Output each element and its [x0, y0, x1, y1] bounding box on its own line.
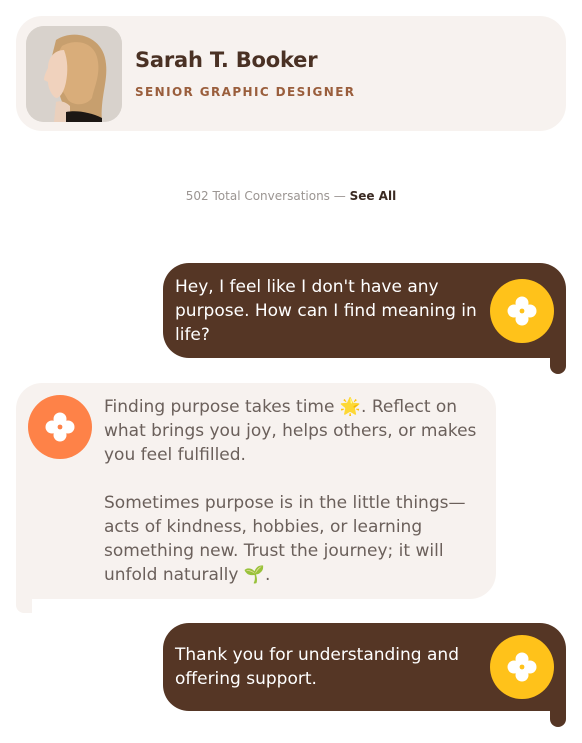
assistant-message-paragraph: Finding purpose takes time 🌟. Reflect on… — [104, 397, 477, 465]
assistant-message-paragraph: Sometimes purpose is in the little thing… — [104, 493, 466, 585]
flower-icon — [490, 635, 554, 699]
conversation-count: 502 Total Conversations — — [185, 189, 346, 203]
user-message-text: Hey, I feel like I don't have any purpos… — [175, 277, 477, 345]
user-message-bubble: Thank you for understanding and offering… — [163, 623, 566, 727]
avatar-portrait-image — [26, 26, 122, 122]
conversation-summary: 502 Total Conversations — See All — [0, 189, 582, 203]
user-message-text: Thank you for understanding and offering… — [175, 645, 459, 689]
see-all-link[interactable]: See All — [350, 189, 397, 203]
profile-role: SENIOR GRAPHIC DESIGNER — [135, 85, 356, 99]
assistant-message-bubble: Finding purpose takes time 🌟. Reflect on… — [16, 383, 496, 613]
profile-card: Sarah T. Booker SENIOR GRAPHIC DESIGNER — [16, 16, 566, 131]
assistant-message-text: Finding purpose takes time 🌟. Reflect on… — [104, 395, 484, 587]
user-message-bubble: Hey, I feel like I don't have any purpos… — [163, 263, 566, 374]
flower-icon — [490, 279, 554, 343]
profile-name: Sarah T. Booker — [135, 48, 318, 72]
avatar[interactable] — [26, 26, 122, 122]
flower-icon — [28, 395, 92, 459]
